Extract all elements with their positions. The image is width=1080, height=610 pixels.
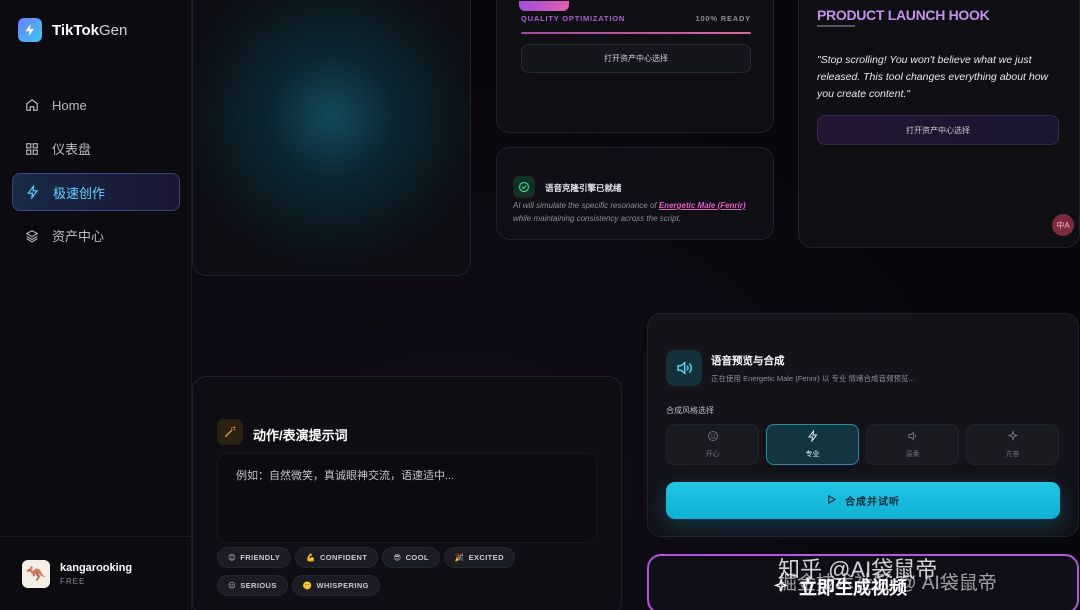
sidebar-item-dashboard[interactable]: 仪表盘 — [12, 130, 180, 168]
open-assets-button[interactable]: 打开资产中心选择 — [817, 115, 1059, 145]
synth-title: 语音预览与合成 — [711, 355, 785, 367]
voice-engine-card: 语音克隆引擎已就绪 AI will simulate the specific … — [496, 147, 774, 240]
grid-icon — [24, 141, 40, 157]
main-content: QUALITY OPTIMIZATION 100% READY 打开资产中心选择… — [192, 0, 1080, 610]
sidebar-item-label: Home — [52, 97, 87, 113]
sidebar-item-home[interactable]: Home — [12, 86, 180, 124]
style-professional[interactable]: 专业 — [766, 424, 859, 465]
chip-cool[interactable]: 😎 COOL — [382, 547, 440, 568]
home-icon — [24, 97, 40, 113]
watermark-secondary: 掘金技术社区 @ AI袋鼠帝 — [778, 573, 997, 594]
emotion-chips: 😊 FRIENDLY 💪 CONFIDENT 😎 COOL 🎉 EXCITED 😐 SERIOUS… — [217, 547, 547, 603]
divider — [817, 25, 855, 27]
translate-icon[interactable]: 中A — [1052, 214, 1074, 236]
synthesize-button[interactable]: 合成并试听 — [666, 482, 1060, 519]
sidebar-item-label: 极速创作 — [53, 185, 106, 201]
voice-name-link[interactable]: Energetic Male (Fenrir) — [659, 201, 746, 210]
check-circle-icon — [513, 176, 535, 198]
chip-friendly[interactable]: 😊 FRIENDLY — [217, 547, 292, 568]
style-label: 合成风格选择 — [666, 406, 714, 415]
chip-confident[interactable]: 💪 CONFIDENT — [295, 547, 379, 568]
sidebar: TikTokGen Home 仪表盘 极速创作 资产中心 🦘 kangarook… — [0, 0, 192, 610]
style-gentle[interactable]: 温柔 — [866, 424, 959, 465]
chip-excited[interactable]: 🎉 EXCITED — [443, 547, 515, 568]
sidebar-nav: Home 仪表盘 极速创作 资产中心 — [12, 86, 180, 260]
avatar: 🦘 — [22, 559, 50, 588]
quality-card: QUALITY OPTIMIZATION 100% READY 打开资产中心选择 — [496, 0, 774, 133]
voice-engine-desc: AI will simulate the specific resonance … — [513, 201, 746, 223]
quality-indicator — [519, 1, 569, 11]
speaker-icon — [666, 350, 702, 386]
synth-subtitle: 正在使用 Energetic Male (Fenrir) 以 专业 情绪合成音频… — [711, 374, 915, 383]
sparkle-icon — [1006, 429, 1019, 444]
style-excited[interactable]: 亢奋 — [966, 424, 1059, 465]
lightning-icon — [807, 429, 819, 444]
voice-engine-title: 语音克隆引擎已就绪 — [545, 183, 622, 193]
prompt-textarea[interactable]: 例如：自然微笑，真诚眼神交流，语速适中... — [217, 453, 597, 543]
quality-status: 100% READY — [695, 14, 751, 23]
hook-quote: "Stop scrolling! You won't believe what … — [817, 54, 1049, 100]
hook-title: PRODUCT LAUNCH HOOK — [817, 7, 990, 23]
prompt-title: 动作/表演提示词 — [253, 428, 348, 443]
lightning-icon — [25, 184, 41, 200]
brand-name: TikTokGen — [52, 21, 128, 39]
sidebar-item-assets[interactable]: 资产中心 — [12, 217, 180, 255]
volume-icon — [907, 430, 919, 444]
prompt-card: 动作/表演提示词 例如：自然微笑，真诚眼神交流，语速适中... 😊 FRIENDL… — [192, 376, 622, 610]
layers-icon — [24, 228, 40, 244]
sidebar-item-label: 仪表盘 — [52, 142, 92, 157]
sidebar-item-quick-create[interactable]: 极速创作 — [12, 173, 180, 211]
chip-serious[interactable]: 😐 SERIOUS — [217, 575, 288, 596]
hook-card: PRODUCT LAUNCH HOOK "Stop scrolling! You… — [798, 0, 1080, 248]
prompt-placeholder: 例如：自然微笑，真诚眼神交流，语速适中... — [236, 470, 455, 482]
user-profile[interactable]: 🦘 kangarooking FREE — [0, 536, 192, 610]
quality-label: QUALITY OPTIMIZATION — [521, 14, 626, 23]
play-icon — [826, 494, 837, 508]
sidebar-item-label: 资产中心 — [52, 229, 105, 244]
lightning-logo-icon — [18, 18, 42, 42]
quality-progress-bar — [521, 32, 751, 34]
smile-icon — [707, 430, 719, 444]
chip-whispering[interactable]: 🤫 WHISPERING — [291, 575, 380, 596]
magic-wand-icon — [217, 419, 243, 445]
user-name: kangarooking — [60, 561, 133, 574]
open-assets-button[interactable]: 打开资产中心选择 — [521, 44, 751, 73]
video-preview — [192, 0, 471, 276]
brand[interactable]: TikTokGen — [18, 18, 127, 42]
style-options: 开心 专业 温柔 亢奋 — [666, 424, 1060, 465]
synth-card: 语音预览与合成 正在使用 Energetic Male (Fenrir) 以 专… — [647, 313, 1079, 537]
user-plan: FREE — [60, 576, 86, 586]
style-happy[interactable]: 开心 — [666, 424, 759, 465]
